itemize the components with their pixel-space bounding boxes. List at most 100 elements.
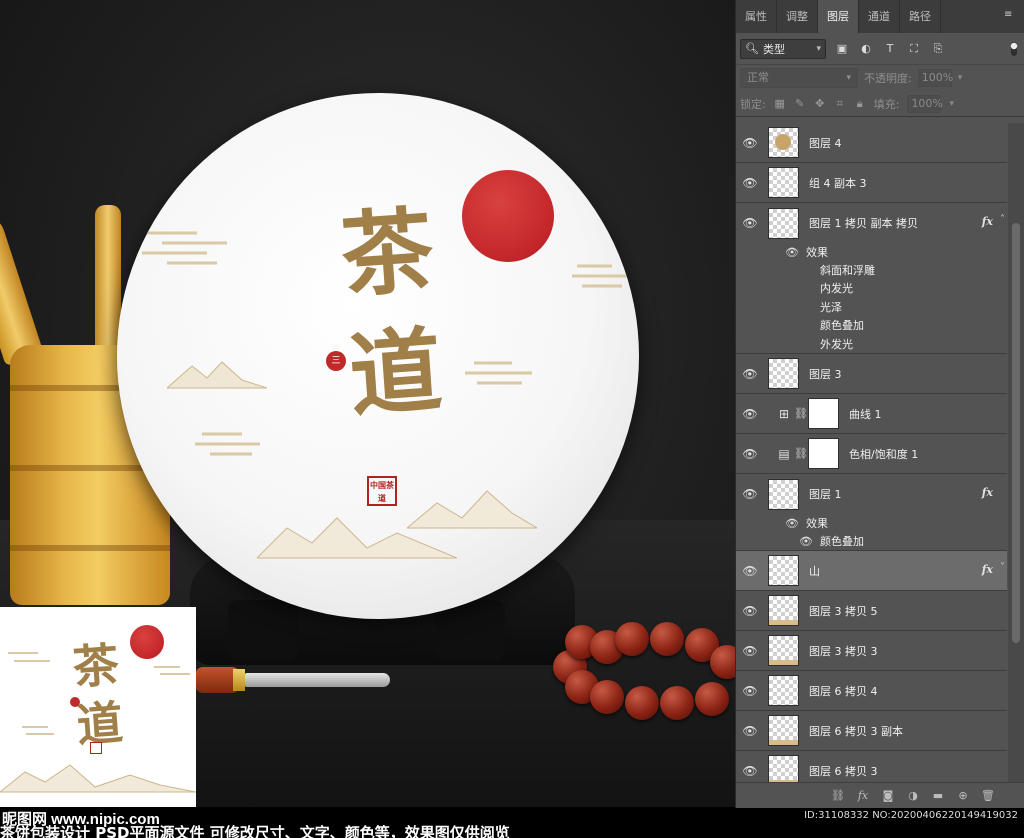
layer-row[interactable]: 👁︎ 图层 6 拷贝 3 副本 [736, 711, 1007, 751]
visibility-eye-icon[interactable]: 👁︎ [736, 764, 764, 778]
chevron-down-icon: ▾ [816, 43, 821, 54]
layer-row[interactable]: 👁︎ 山 fx ˅ [736, 551, 1007, 591]
visibility-eye-icon[interactable]: 👁︎ [736, 684, 764, 698]
opacity-label: 不透明度: [864, 72, 912, 85]
visibility-eye-icon[interactable]: 👁︎ [736, 724, 764, 738]
delete-layer-icon[interactable]: 🗑︎ [981, 789, 995, 803]
new-adjustment-icon[interactable]: ◑ [906, 789, 920, 803]
new-layer-icon[interactable]: ⊕ [956, 789, 970, 803]
add-style-icon[interactable]: fx [856, 789, 870, 803]
hue-saturation-icon: ▤ [778, 446, 790, 461]
red-sun [462, 170, 554, 262]
blend-mode-select[interactable]: 正常 ▾ [740, 68, 858, 88]
opacity-field[interactable]: 100% [917, 69, 953, 87]
visibility-eye-icon[interactable]: 👁︎ [736, 447, 764, 461]
effect-item[interactable]: 内发光 [736, 280, 1007, 299]
chevron-up-icon[interactable]: ˄ [1000, 214, 1005, 225]
lock-all-icon[interactable]: 🔒︎ [854, 97, 866, 110]
filter-toggle-icon[interactable] [1008, 40, 1020, 58]
filter-shape-icon[interactable]: ⛶ [906, 41, 922, 57]
tab-adjustments[interactable]: 调整 [777, 0, 818, 33]
filter-type-icon[interactable]: T [882, 41, 898, 57]
new-group-icon[interactable]: ▬ [931, 789, 945, 803]
visibility-eye-icon[interactable]: 👁︎ [736, 136, 764, 150]
layer-mask-thumbnail[interactable] [808, 398, 839, 429]
visibility-eye-icon[interactable]: 👁︎ [792, 535, 820, 548]
layer-row[interactable]: 👁︎ ⊞ ⛓︎ 曲线 1 [736, 394, 1007, 434]
link-icon[interactable]: ⛓︎ [794, 407, 808, 420]
effects-label: 效果 [806, 517, 828, 531]
layers-scrollbar[interactable] [1008, 123, 1024, 782]
add-mask-icon[interactable]: ◙ [881, 789, 895, 803]
filter-smart-object-icon[interactable]: ⎘ [930, 41, 946, 57]
link-layers-icon[interactable]: ⛓︎ [831, 789, 845, 803]
filter-kind-select[interactable]: 🔍︎ 类型 ▾ [740, 38, 826, 59]
panel-menu-icon[interactable]: ≡ [1004, 10, 1016, 20]
bamboo-spoon [0, 211, 45, 367]
lock-transparent-icon[interactable]: ▦ [774, 97, 786, 110]
visibility-eye-icon[interactable]: 👁︎ [778, 246, 806, 259]
effect-item[interactable]: 光泽 [736, 299, 1007, 318]
visibility-eye-icon[interactable]: 👁︎ [736, 176, 764, 190]
layer-thumbnail [768, 358, 799, 389]
visibility-eye-icon[interactable]: 👁︎ [736, 216, 764, 230]
visibility-eye-icon[interactable]: 👁︎ [736, 604, 764, 618]
tab-channels[interactable]: 通道 [859, 0, 900, 33]
effect-item[interactable]: 👁︎ 颜色叠加 [736, 533, 1007, 551]
layer-row[interactable]: 👁︎ 图层 3 拷贝 5 [736, 591, 1007, 631]
tab-properties[interactable]: 属性 [736, 0, 777, 33]
filter-kind-label: 类型 [762, 42, 785, 56]
layer-row[interactable]: 👁︎ 图层 4 [736, 123, 1007, 163]
visibility-eye-icon[interactable]: 👁︎ [736, 487, 764, 501]
visibility-eye-icon[interactable]: 👁︎ [778, 517, 806, 530]
chevron-down-icon[interactable]: ▾ [949, 99, 954, 109]
effects-header[interactable]: 👁︎ 效果 [736, 514, 1007, 533]
layer-row[interactable]: 👁︎ 图层 3 [736, 354, 1007, 394]
filter-pixel-icon[interactable]: ▣ [834, 41, 850, 57]
layer-thumbnail [768, 555, 799, 586]
layer-row[interactable]: 👁︎ 图层 6 拷贝 4 [736, 671, 1007, 711]
layer-name: 图层 3 拷贝 5 [809, 604, 878, 618]
lock-artboard-icon[interactable]: ⌗ [834, 97, 846, 110]
curves-icon: ⊞ [778, 406, 790, 421]
layer-row[interactable]: 👁︎ 组 4 副本 3 [736, 163, 1007, 203]
layers-list: 👁︎ 图层 4 👁︎ 组 4 副本 3 👁︎ 图层 1 拷贝 副本 拷贝 fx … [736, 123, 1007, 782]
lock-position-icon[interactable]: ✥ [814, 97, 826, 110]
visibility-eye-icon[interactable]: 👁︎ [736, 407, 764, 421]
tea-knife [195, 665, 395, 695]
effect-item[interactable]: 斜面和浮雕 [736, 262, 1007, 281]
chevron-down-icon[interactable]: ˅ [1000, 562, 1005, 573]
cloud-ornament [465, 361, 532, 385]
layer-name: 组 4 副本 3 [809, 176, 867, 190]
visibility-eye-icon[interactable]: 👁︎ [736, 367, 764, 381]
effect-item[interactable]: 外发光 [736, 336, 1007, 354]
calligraphy-title: 茶道 [337, 196, 446, 430]
lock-image-icon[interactable]: ✎ [794, 97, 806, 110]
filter-adjustment-icon[interactable]: ◐ [858, 41, 874, 57]
cloud-ornament [195, 432, 260, 456]
fx-badge[interactable]: fx [982, 486, 993, 499]
layer-thumbnail [768, 167, 799, 198]
fx-badge[interactable]: fx [982, 563, 993, 576]
visibility-eye-icon[interactable]: 👁︎ [736, 644, 764, 658]
layer-row[interactable]: 👁︎ ▤ ⛓︎ 色相/饱和度 1 [736, 434, 1007, 474]
layer-row[interactable]: 👁︎ 图层 6 拷贝 3 [736, 751, 1007, 782]
visibility-eye-icon[interactable]: 👁︎ [736, 564, 764, 578]
layer-row[interactable]: 👁︎ 图层 1 fx [736, 474, 1007, 514]
design-thumbnail: 茶道 [0, 607, 196, 807]
layer-row[interactable]: 👁︎ 图层 3 拷贝 3 [736, 631, 1007, 671]
layer-name: 图层 4 [809, 136, 842, 150]
chevron-down-icon[interactable]: ▾ [958, 73, 963, 83]
tab-layers[interactable]: 图层 [818, 0, 859, 33]
layer-name: 山 [809, 564, 820, 578]
tab-paths[interactable]: 路径 [900, 0, 941, 33]
link-icon[interactable]: ⛓︎ [794, 447, 808, 460]
layer-mask-thumbnail[interactable] [808, 438, 839, 469]
stand-foot-left [228, 600, 298, 660]
fx-badge[interactable]: fx [982, 215, 993, 228]
effect-item[interactable]: 颜色叠加 [736, 317, 1007, 336]
layer-row[interactable]: 👁︎ 图层 1 拷贝 副本 拷贝 fx ˄ [736, 203, 1007, 243]
scrollbar-thumb[interactable] [1012, 223, 1020, 643]
effects-header[interactable]: 👁︎ 效果 [736, 243, 1007, 262]
fill-field[interactable]: 100% [907, 94, 943, 113]
